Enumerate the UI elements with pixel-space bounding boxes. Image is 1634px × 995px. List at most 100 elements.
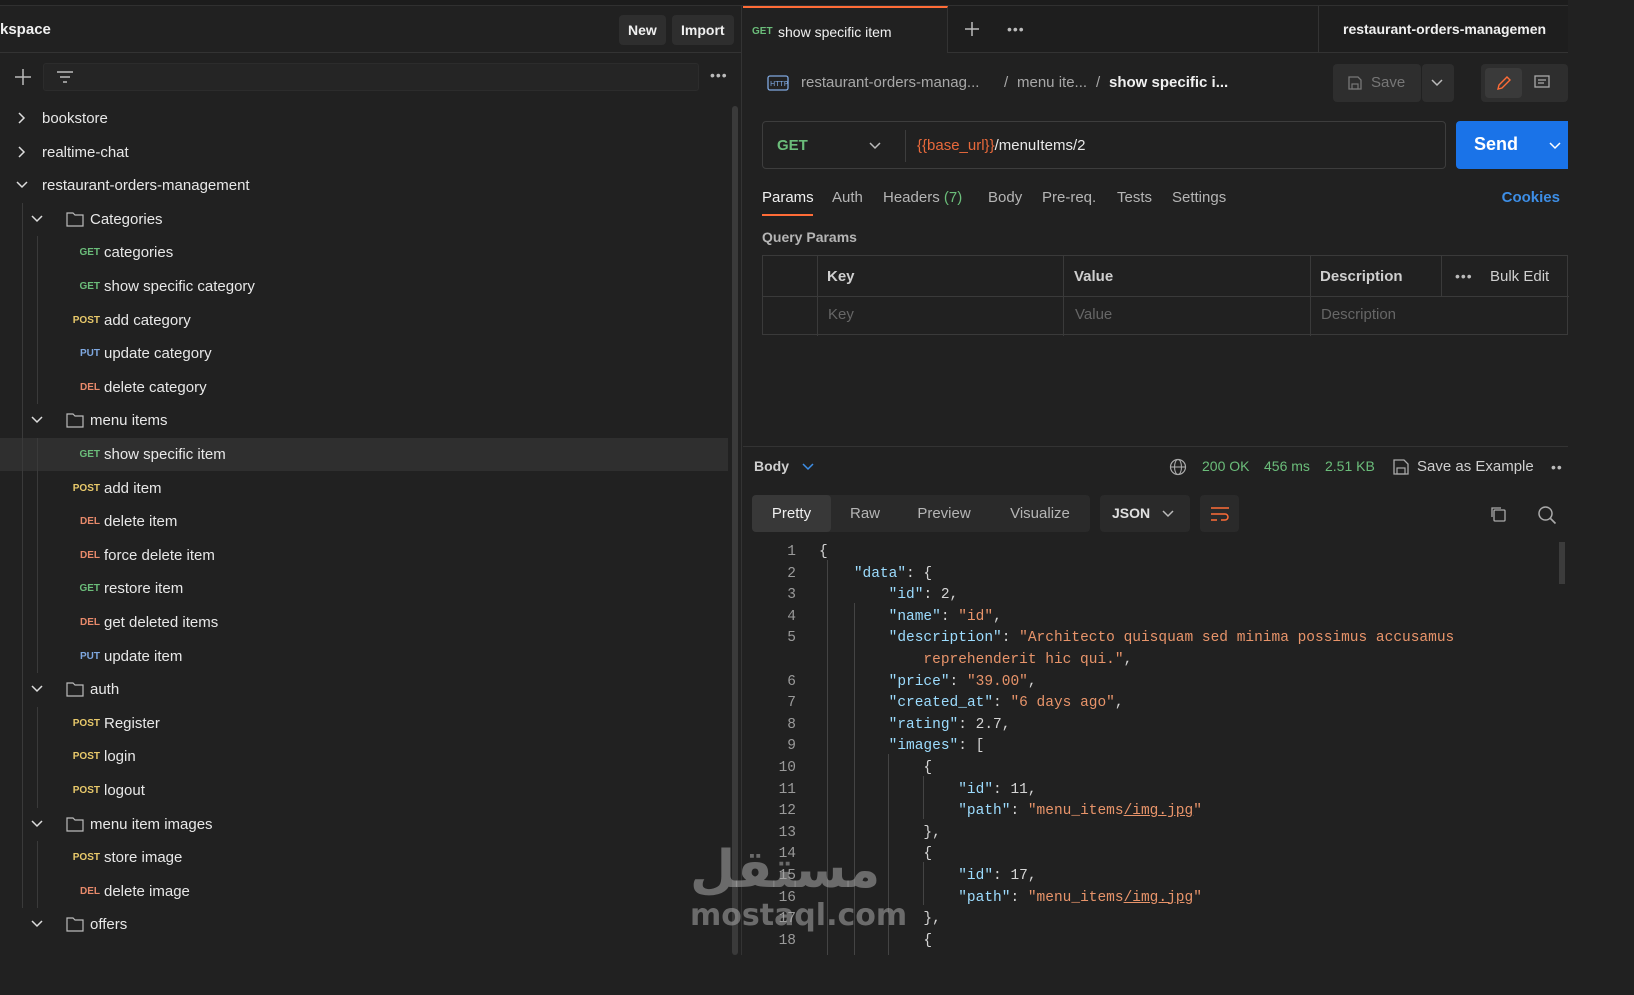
status-code[interactable]: 200 OK [1202,458,1249,474]
environment-selector[interactable]: restaurant-orders-managemen [1318,6,1568,53]
method-badge: POST [72,852,100,864]
tab-body[interactable]: Body [988,189,1022,206]
request-item[interactable]: POST login [0,740,728,773]
cookies-link[interactable]: Cookies [1502,189,1560,206]
request-item[interactable]: POST logout [0,774,728,807]
tree-item-label: force delete item [104,546,215,564]
tab-tests[interactable]: Tests [1117,189,1152,206]
tree-item-label: restaurant-orders-management [42,177,250,195]
request-item[interactable]: POST add category [0,304,728,337]
tab-auth[interactable]: Auth [832,189,863,206]
breadcrumb-current[interactable]: show specific i... [1109,74,1228,91]
filter-icon[interactable] [56,70,74,84]
new-tab-icon[interactable] [964,21,980,37]
code-line: { [819,846,933,863]
tab-more-icon[interactable]: ••• [1007,21,1025,37]
tab-settings[interactable]: Settings [1172,189,1226,206]
wrap-lines-button[interactable] [1200,495,1239,532]
svg-text:HTTP: HTTP [770,80,788,88]
url-input[interactable]: {{base_url}}/menuItems/2 [917,137,1085,154]
save-dropdown[interactable] [1422,64,1454,102]
chevron-down-icon[interactable] [16,179,28,191]
chevron-down-icon[interactable] [31,918,43,930]
collection-bookstore[interactable]: bookstore [0,102,728,135]
edit-mode-button[interactable] [1485,68,1522,98]
collection-restaurant-orders-management[interactable]: restaurant-orders-management [0,169,728,202]
request-item[interactable]: DEL delete category [0,371,728,404]
tab-bar: GET show specific item ••• restaurant-or… [743,6,1568,53]
chevron-down-icon[interactable] [31,683,43,695]
response-size[interactable]: 2.51 KB [1325,458,1375,474]
breadcrumb-folder[interactable]: menu ite... [1017,74,1087,91]
request-item[interactable]: GET categories [0,236,728,269]
workspace-title: kspace [0,21,51,38]
chevron-down-icon[interactable] [1549,141,1561,151]
plus-icon[interactable] [14,68,32,86]
format-select[interactable]: JSON [1100,495,1190,532]
value-input[interactable]: Value [1075,306,1112,323]
folder-offers[interactable]: offers [0,908,728,941]
view-preview[interactable]: Preview [909,495,979,532]
sidebar-scrollbar[interactable] [732,106,738,955]
params-more-icon[interactable]: ••• [1455,268,1473,284]
tree-item-label: delete image [104,882,190,900]
response-time[interactable]: 456 ms [1264,458,1310,474]
chevron-down-icon[interactable] [869,141,881,151]
response-code-editor[interactable]: 1{2 "data": {3 "id": 2, 4 "name": "id", 5 … [743,538,1568,955]
request-item[interactable]: POST add item [0,472,728,505]
new-button[interactable]: New [619,15,666,45]
search-icon[interactable] [1537,505,1557,525]
tab-show-specific-item[interactable]: GET show specific item [743,6,948,53]
tab-prereq[interactable]: Pre-req. [1042,189,1096,206]
save-button[interactable]: Save [1333,64,1421,102]
request-panel: GET show specific item ••• restaurant-or… [743,6,1569,955]
import-button[interactable]: Import [672,15,734,45]
request-item[interactable]: GET show specific category [0,270,728,303]
request-item[interactable]: DEL delete image [0,875,728,908]
request-item[interactable]: PUT update category [0,337,728,370]
view-visualize[interactable]: Visualize [999,495,1081,532]
response-body-dropdown[interactable]: Body [754,458,789,474]
send-button[interactable]: Send [1456,121,1568,169]
comment-icon[interactable] [1533,74,1551,92]
more-icon[interactable]: ••• [710,67,728,83]
request-item[interactable]: DEL delete item [0,505,728,538]
request-item[interactable]: GET restore item [0,572,728,605]
globe-icon[interactable] [1169,458,1187,476]
folder-categories[interactable]: Categories [0,203,728,236]
search-input[interactable] [43,63,699,91]
chevron-down-icon[interactable] [31,818,43,830]
request-item[interactable]: POST store image [0,841,728,874]
workspace-header: kspace New Import [0,6,742,53]
description-input[interactable]: Description [1321,306,1396,323]
method-select[interactable]: GET [777,137,808,154]
chevron-down-icon[interactable] [31,414,43,426]
request-item[interactable]: DEL get deleted items [0,606,728,639]
folder-menu-item-images[interactable]: menu item images [0,808,728,841]
key-input[interactable]: Key [828,306,854,323]
scroll-thumb[interactable] [1559,542,1565,584]
request-item[interactable]: GET show specific item [0,438,728,471]
request-item[interactable]: PUT update item [0,640,728,673]
chevron-right-icon[interactable] [16,112,28,124]
save-as-example-button[interactable]: Save as Example [1417,458,1534,475]
view-raw[interactable]: Raw [838,495,892,532]
code-scrollbar[interactable] [1558,538,1566,946]
bulk-edit-link[interactable]: Bulk Edit [1490,268,1549,285]
collection-realtime-chat[interactable]: realtime-chat [0,136,728,169]
folder-auth[interactable]: auth [0,673,728,706]
tab-params[interactable]: Params [762,189,814,206]
breadcrumb-collection[interactable]: restaurant-orders-manag... [801,74,979,91]
chevron-down-icon[interactable] [802,462,814,472]
copy-icon[interactable] [1489,505,1507,523]
chevron-right-icon[interactable] [16,146,28,158]
tab-headers[interactable]: Headers (7) [883,189,962,206]
method-badge: POST [72,482,100,494]
tree-item-label: categories [104,244,174,262]
view-pretty[interactable]: Pretty [752,495,831,532]
folder-menu-items[interactable]: menu items [0,404,728,437]
request-item[interactable]: DEL force delete item [0,539,728,572]
response-more-icon[interactable]: •• [1551,459,1563,475]
request-item[interactable]: POST Register [0,707,728,740]
chevron-down-icon[interactable] [31,213,43,225]
